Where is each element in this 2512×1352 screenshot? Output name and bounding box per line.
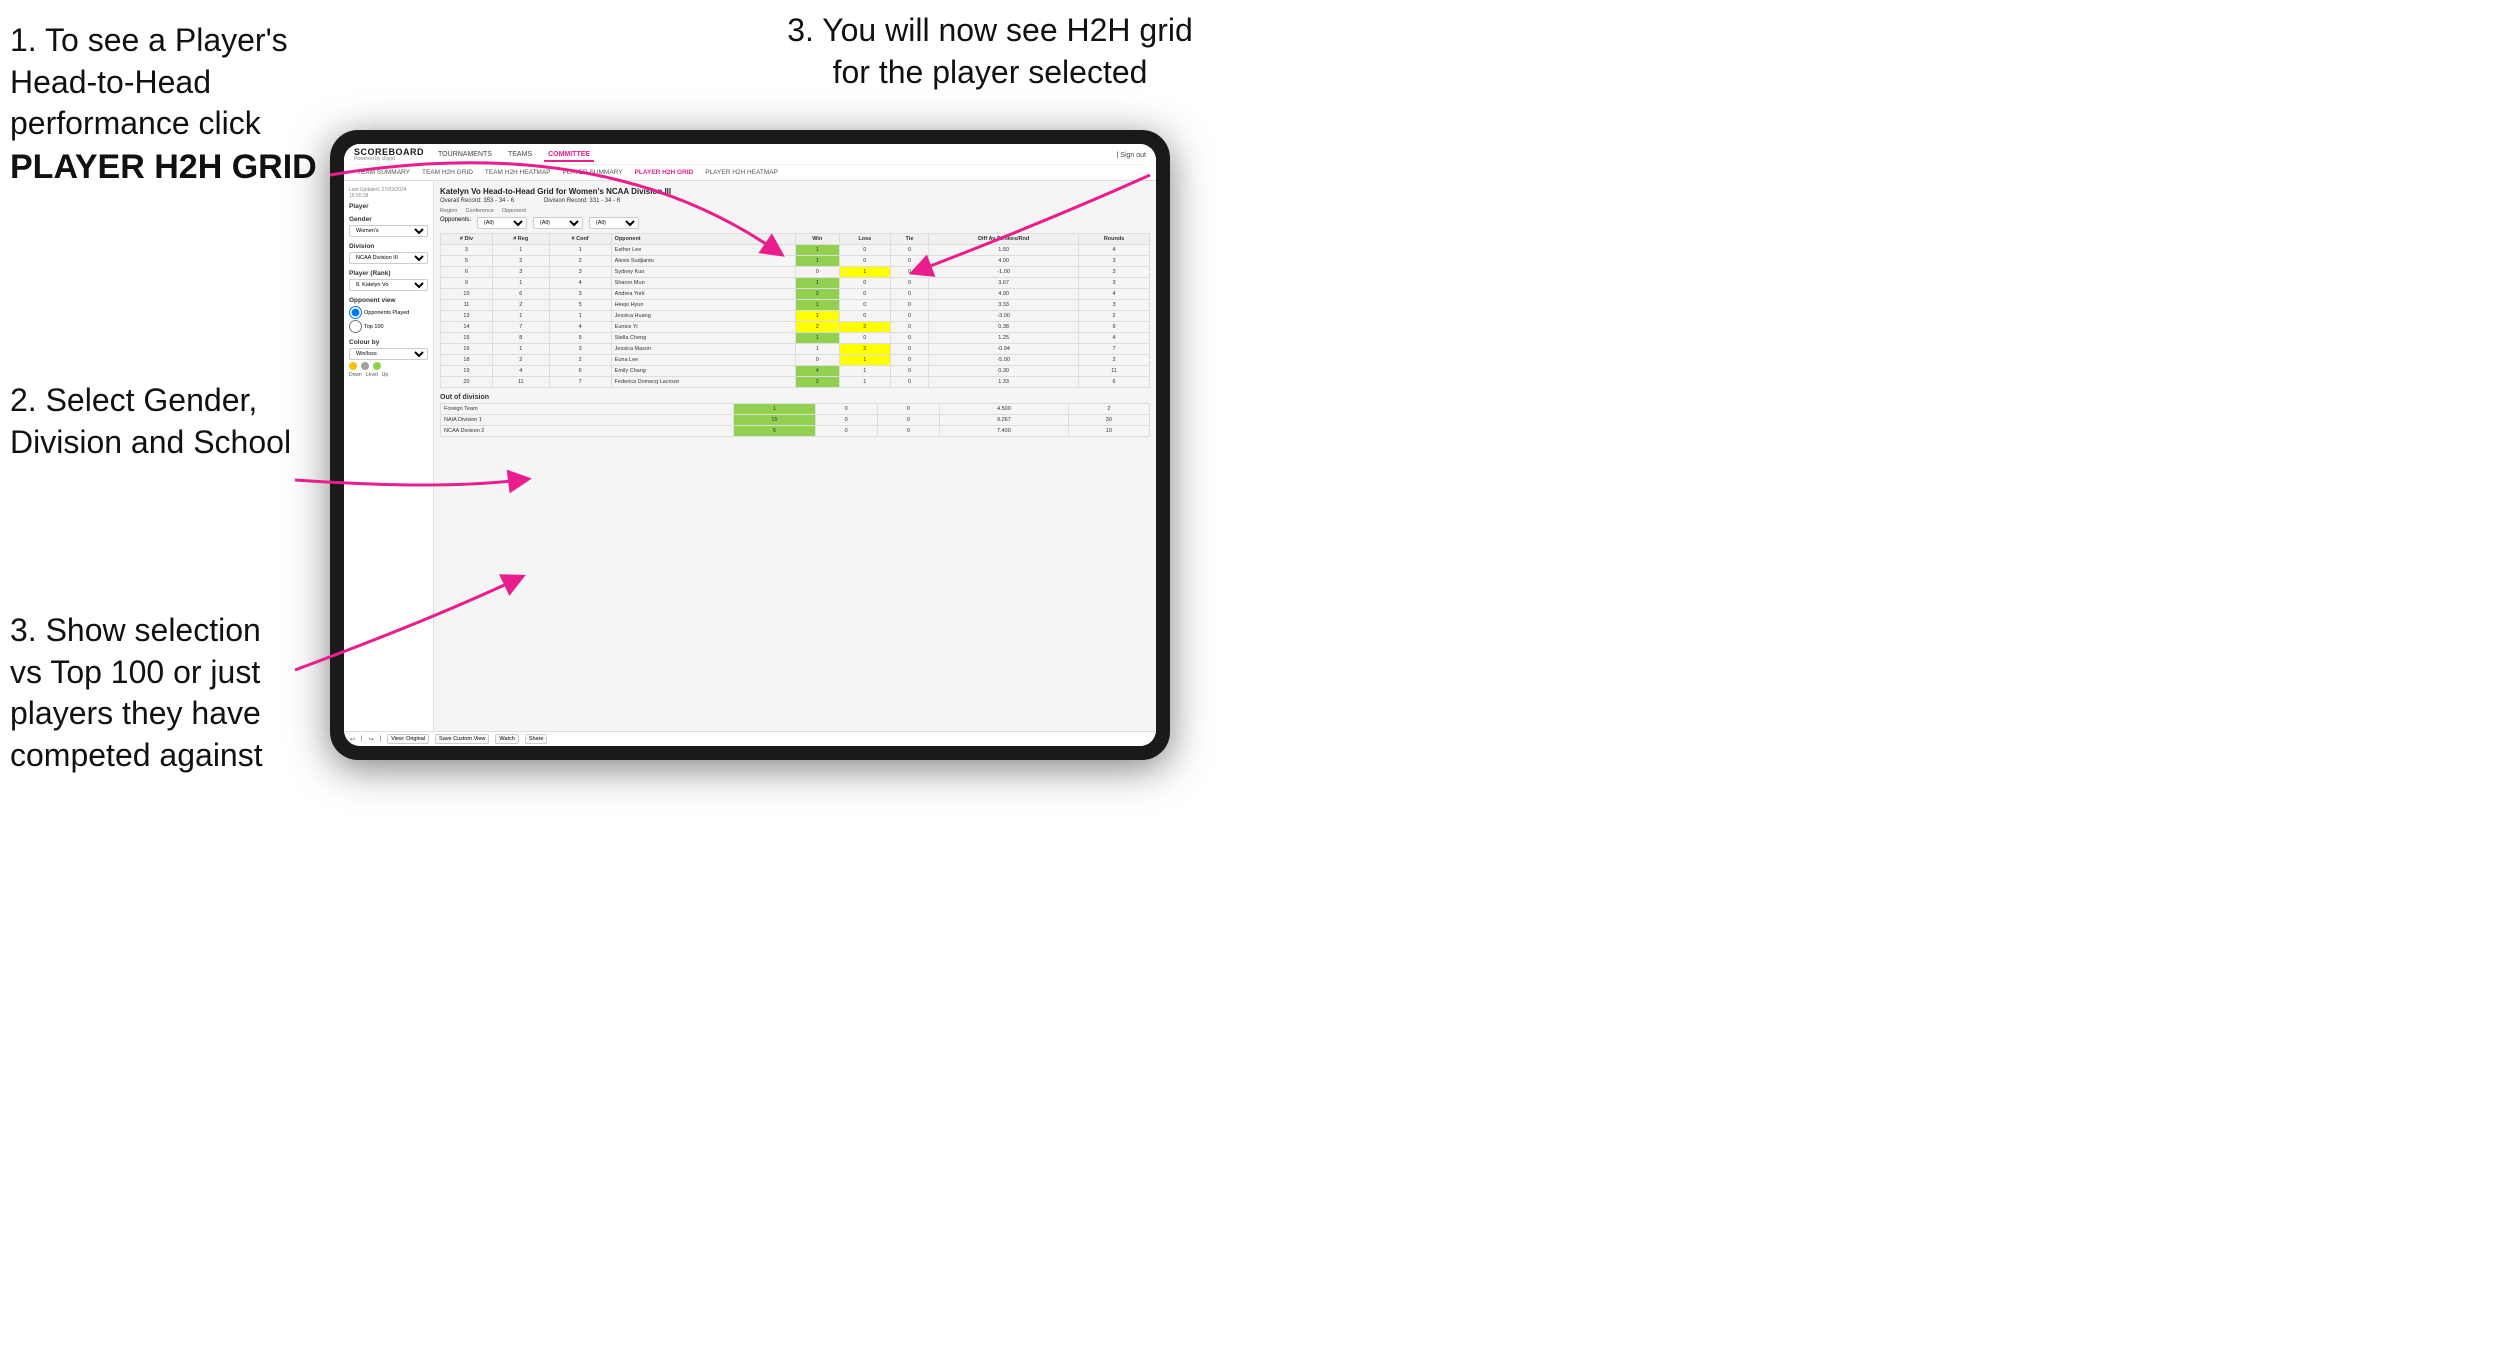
sub-nav: TEAM SUMMARY TEAM H2H GRID TEAM H2H HEAT… [354, 164, 1146, 180]
radio-top100: Top 100 [349, 320, 428, 333]
table-row: 10 6 3 Andrea York 2 0 0 4.00 4 [441, 289, 1150, 300]
table-row: 20 11 7 Federica Domecq Lacroze 2 1 0 1.… [441, 377, 1150, 388]
table-row: 16 1 3 Jessica Mason 1 2 0 -0.94 7 [441, 344, 1150, 355]
table-row: 5 2 2 Alexis Sudjianto 1 0 0 4.00 3 [441, 256, 1150, 267]
sub-team-h2h-grid[interactable]: TEAM H2H GRID [419, 167, 476, 178]
left-panel: Last Updated: 27/03/2024 16:55:38 Player… [344, 181, 434, 731]
sign-out[interactable]: | Sign out [1117, 152, 1146, 159]
view-original-btn[interactable]: View: Original [387, 734, 429, 744]
nav-tournaments[interactable]: TOURNAMENTS [434, 149, 496, 162]
down-dot [349, 362, 357, 370]
colour-by-select[interactable]: Win/loss [349, 348, 428, 360]
main-content: Last Updated: 27/03/2024 16:55:38 Player… [344, 181, 1156, 731]
filter-row: Region Conference Opponent [440, 208, 1150, 214]
separator1: | [361, 736, 363, 742]
col-win: Win [795, 234, 839, 245]
col-opponent: Opponent [611, 234, 795, 245]
table-row: 14 7 4 Eunice Yi 2 2 0 0.38 9 [441, 322, 1150, 333]
table-row: 11 2 5 Heejo Hyun 1 0 0 3.33 3 [441, 300, 1150, 311]
h2h-table: # Div # Reg # Conf Opponent Win Loss Tie… [440, 233, 1150, 388]
sub-team-h2h-heatmap[interactable]: TEAM H2H HEATMAP [482, 167, 554, 178]
instruction-mid-left: 2. Select Gender, Division and School [10, 380, 300, 463]
opponent-view-section: Opponent view Opponents Played Top 100 [349, 297, 428, 333]
table-row: 15 8 5 Stella Cheng 1 0 0 1.25 4 [441, 333, 1150, 344]
sub-player-h2h-heatmap[interactable]: PLAYER H2H HEATMAP [702, 167, 781, 178]
colour-section: Colour by Win/loss Down Level Up [349, 339, 428, 378]
sub-team-summary[interactable]: TEAM SUMMARY [354, 167, 413, 178]
up-dot [373, 362, 381, 370]
division-section: Division NCAA Division III [349, 243, 428, 264]
col-rounds: Rounds [1079, 234, 1150, 245]
region-filter: Region [440, 208, 457, 214]
out-table-row: NAIA Division 1 15 0 0 9.267 30 [441, 415, 1150, 426]
conference-select[interactable]: (All) [533, 217, 583, 229]
sub-player-h2h-grid[interactable]: PLAYER H2H GRID [632, 167, 697, 178]
gender-section: Gender Women's [349, 216, 428, 237]
bottom-toolbar: ↩ | ↪ | View: Original Save Custom View … [344, 731, 1156, 746]
share-btn[interactable]: Share [525, 734, 548, 744]
redo-icon[interactable]: ↪ [369, 736, 374, 743]
gender-select[interactable]: Women's [349, 225, 428, 237]
table-row: 3 1 1 Esther Lee 1 0 0 1.50 4 [441, 245, 1150, 256]
table-row: 9 1 4 Sharon Mun 1 0 0 3.67 3 [441, 278, 1150, 289]
table-row: 18 2 2 Euna Lee 0 1 0 -5.00 2 [441, 355, 1150, 366]
opponents-row: Opponents: (All) (All) (All) [440, 217, 1150, 229]
col-tie: Tie [890, 234, 928, 245]
radio-opponents-played: Opponents Played [349, 306, 428, 319]
out-of-division-table: Foreign Team 1 0 0 4.500 2 NAIA Division… [440, 403, 1150, 437]
watch-btn[interactable]: Watch [495, 734, 518, 744]
h2h-records: Overall Record: 353 - 34 - 6 Division Re… [440, 198, 1150, 204]
undo-icon[interactable]: ↩ [350, 736, 355, 743]
tablet: SCOREBOARD Powered by clippd TOURNAMENTS… [330, 130, 1170, 760]
col-reg: # Reg [492, 234, 549, 245]
col-conf: # Conf [549, 234, 611, 245]
instruction-top-left: 1. To see a Player's Head-to-Head perfor… [10, 20, 330, 189]
tablet-screen: SCOREBOARD Powered by clippd TOURNAMENTS… [344, 144, 1156, 746]
table-row: 13 1 1 Jessica Huang 1 0 0 -3.00 2 [441, 311, 1150, 322]
nav-committee[interactable]: COMMITTEE [544, 149, 594, 162]
nav-bar: SCOREBOARD Powered by clippd TOURNAMENTS… [344, 144, 1156, 181]
level-dot [361, 362, 369, 370]
table-row: 6 3 3 Sydney Kuo 0 1 0 -1.00 3 [441, 267, 1150, 278]
save-custom-btn[interactable]: Save Custom View [435, 734, 489, 744]
last-updated: Last Updated: 27/03/2024 16:55:38 [349, 187, 428, 199]
conference-filter: Conference [465, 208, 493, 214]
table-row: 19 4 6 Emily Chang 4 1 0 0.30 11 [441, 366, 1150, 377]
division-select[interactable]: NCAA Division III [349, 252, 428, 264]
sub-player-summary[interactable]: PLAYER SUMMARY [560, 167, 626, 178]
opponent-filter: Opponent [502, 208, 526, 214]
opponents-select[interactable]: (All) [477, 217, 527, 229]
player-rank-section: Player (Rank) 8. Katelyn Vo [349, 270, 428, 291]
instruction-top-right: 3. You will now see H2H grid for the pla… [780, 10, 1200, 93]
table-area: Katelyn Vo Head-to-Head Grid for Women's… [434, 181, 1156, 731]
nav-links: TOURNAMENTS TEAMS COMMITTEE [434, 149, 594, 162]
col-div: # Div [441, 234, 493, 245]
col-diff: Diff Av Strokes/Rnd [929, 234, 1079, 245]
out-table-row: NCAA Division 2 5 0 0 7.400 10 [441, 426, 1150, 437]
player-rank-select[interactable]: 8. Katelyn Vo [349, 279, 428, 291]
separator2: | [380, 736, 382, 742]
col-loss: Loss [839, 234, 890, 245]
instruction-bottom-left: 3. Show selection vs Top 100 or just pla… [10, 610, 300, 776]
player-section: Player [349, 203, 428, 210]
logo: SCOREBOARD Powered by clippd [354, 148, 424, 162]
out-table-row: Foreign Team 1 0 0 4.500 2 [441, 404, 1150, 415]
opponent-name-select[interactable]: (All) [589, 217, 639, 229]
nav-teams[interactable]: TEAMS [504, 149, 536, 162]
